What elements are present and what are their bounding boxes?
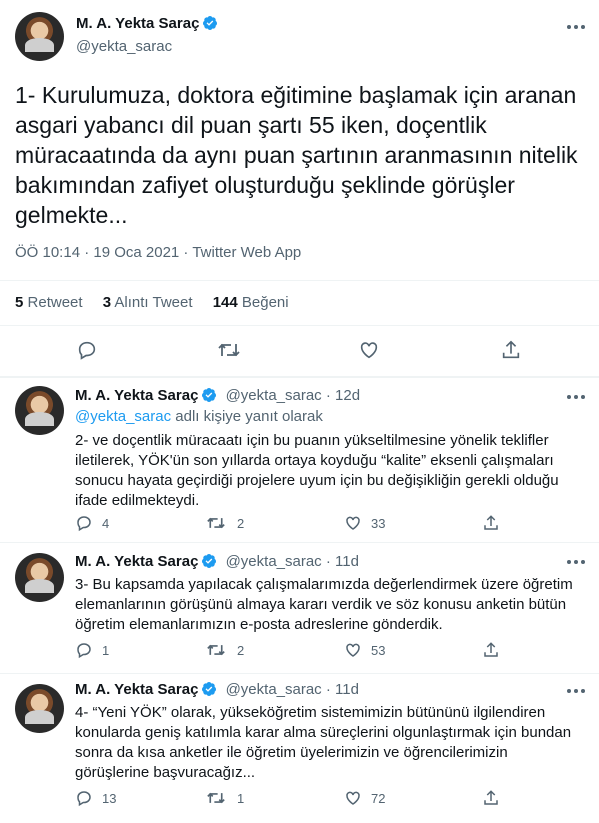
avatar[interactable]	[15, 12, 64, 61]
divider	[0, 280, 599, 281]
author-handle[interactable]: @yekta_sarac	[76, 38, 172, 55]
retweet-count: 1	[237, 791, 245, 806]
verified-badge-icon	[202, 388, 217, 402]
retweet-icon[interactable]	[206, 641, 226, 659]
tweet-time[interactable]: 11d	[335, 681, 359, 698]
tweet-text: 1- Kurulumuza, doktora eğitimine başlama…	[15, 82, 578, 228]
reply-tweet[interactable]: M. A. Yekta Saraç @yekta_sarac · 11d 4- …	[0, 674, 599, 823]
retweet-icon[interactable]	[206, 789, 226, 807]
avatar[interactable]	[15, 684, 64, 733]
retweets-stat[interactable]: 5 Retweet	[15, 294, 83, 311]
divider	[0, 325, 599, 326]
share-icon[interactable]	[482, 641, 500, 659]
replying-handle-link[interactable]: @yekta_sarac	[75, 408, 171, 425]
retweet-icon[interactable]	[206, 514, 226, 532]
like-count: 72	[371, 791, 386, 806]
likes-stat[interactable]: 144 Beğeni	[213, 294, 289, 311]
reply-tweet[interactable]: M. A. Yekta Saraç @yekta_sarac · 11d 3- …	[0, 543, 599, 673]
more-dots-icon[interactable]	[567, 394, 585, 400]
reply-icon[interactable]	[75, 789, 93, 807]
reply-icon[interactable]	[76, 339, 98, 361]
more-dots-icon[interactable]	[567, 559, 585, 565]
tweet-text: 3- Bu kapsamda yapılacak çalışmalarımızd…	[75, 576, 573, 633]
reply-tweet[interactable]: M. A. Yekta Saraç @yekta_sarac · 12d @ye…	[0, 378, 599, 542]
verified-badge-icon	[203, 16, 218, 30]
avatar[interactable]	[15, 553, 64, 602]
share-icon[interactable]	[482, 789, 500, 807]
heart-icon[interactable]	[344, 514, 362, 532]
share-icon[interactable]	[500, 339, 522, 361]
avatar[interactable]	[15, 386, 64, 435]
heart-icon[interactable]	[344, 789, 362, 807]
replying-to: @yekta_sarac adlı kişiye yanıt olarak	[75, 408, 323, 425]
author-name[interactable]: M. A. Yekta Saraç	[75, 681, 198, 698]
author-handle[interactable]: @yekta_sarac	[226, 387, 322, 404]
retweet-count: 2	[237, 643, 245, 658]
reply-count: 1	[102, 643, 110, 658]
retweet-count: 2	[237, 516, 245, 531]
author-handle[interactable]: @yekta_sarac	[226, 553, 322, 570]
tweet-text: 2- ve doçentlik müracaatı için bu puanın…	[75, 432, 559, 509]
share-icon[interactable]	[482, 514, 500, 532]
tweet-text: 4- “Yeni YÖK” olarak, yükseköğretim sist…	[75, 704, 572, 781]
verified-badge-icon	[202, 554, 217, 568]
author-name[interactable]: M. A. Yekta Saraç	[76, 15, 218, 33]
heart-icon[interactable]	[358, 339, 380, 361]
reply-count: 4	[102, 516, 110, 531]
quotes-stat[interactable]: 3 Alıntı Tweet	[103, 294, 193, 311]
reply-icon[interactable]	[75, 514, 93, 532]
reply-count: 13	[102, 791, 117, 806]
tweet-time[interactable]: 11d	[335, 553, 359, 570]
like-count: 33	[371, 516, 386, 531]
more-dots-icon[interactable]	[567, 688, 585, 694]
tweet-time[interactable]: 12d	[335, 387, 360, 404]
retweet-icon[interactable]	[217, 339, 241, 361]
author-name[interactable]: M. A. Yekta Saraç	[75, 553, 198, 570]
like-count: 53	[371, 643, 386, 658]
heart-icon[interactable]	[344, 641, 362, 659]
author-name[interactable]: M. A. Yekta Saraç	[75, 387, 198, 404]
tweet-meta[interactable]: ÖÖ 10:14 · 19 Oca 2021 · Twitter Web App	[15, 244, 301, 261]
more-dots-icon[interactable]	[567, 24, 585, 30]
reply-icon[interactable]	[75, 641, 93, 659]
tweet-stats: 5 Retweet 3 Alıntı Tweet 144 Beğeni	[15, 294, 289, 311]
author-handle[interactable]: @yekta_sarac	[226, 681, 322, 698]
verified-badge-icon	[202, 682, 217, 696]
